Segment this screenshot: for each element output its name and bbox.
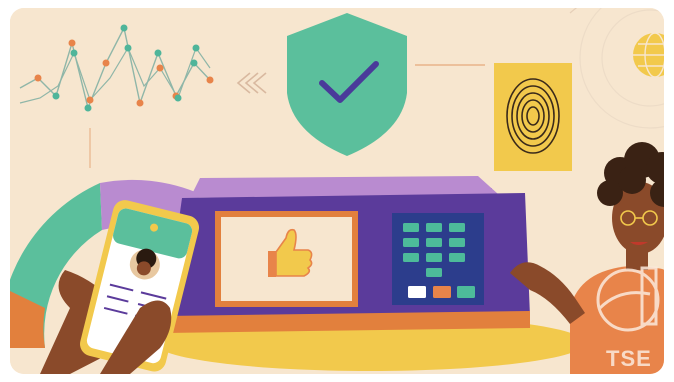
election-illustration: TSE bbox=[10, 8, 664, 374]
key-orange bbox=[433, 286, 451, 298]
key-white bbox=[408, 286, 426, 298]
machine-keypad bbox=[392, 213, 484, 305]
fingerprint-card bbox=[494, 63, 572, 171]
tse-logo-text: TSE bbox=[606, 346, 652, 371]
illustration-card: TSE bbox=[10, 8, 664, 374]
machine-screen bbox=[215, 211, 358, 307]
